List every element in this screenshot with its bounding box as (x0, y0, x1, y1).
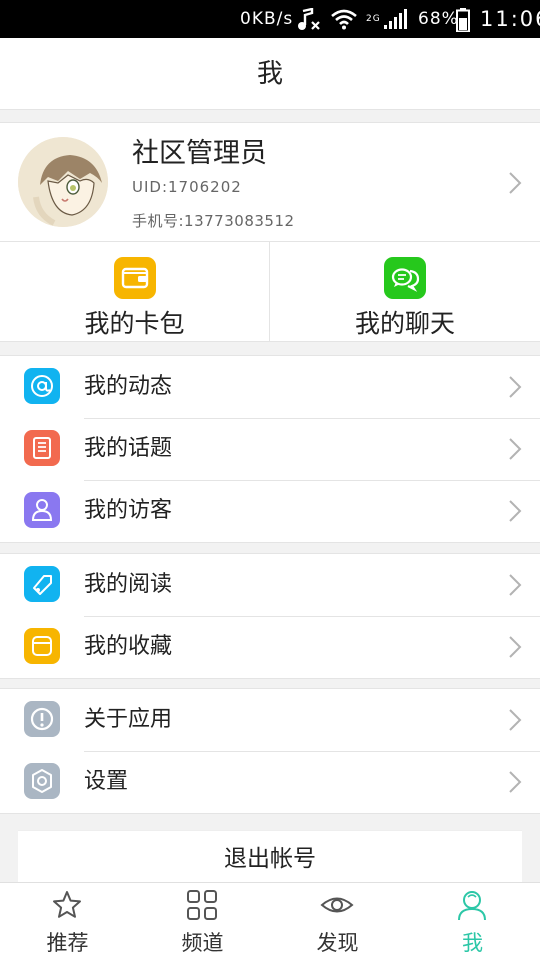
visitor-icon (24, 492, 60, 528)
info-icon (24, 701, 60, 737)
grid-icon (185, 888, 219, 922)
music-muted-icon (296, 0, 324, 38)
menu-item-label: 我的收藏 (84, 634, 173, 659)
network-speed: 0KB/s (240, 9, 294, 29)
title-bar: 我 (0, 38, 540, 110)
chat-icon (384, 257, 426, 299)
wallet-icon (114, 257, 156, 299)
menu-group-app: 关于应用 设置 (0, 688, 540, 814)
profile-name: 社区管理员 (132, 138, 267, 169)
menu-item-label: 设置 (84, 769, 129, 794)
settings-icon (24, 763, 60, 799)
profile-uid: UID:1706202 (132, 178, 242, 196)
tab-label: 推荐 (46, 931, 89, 955)
chevron-right-icon (508, 375, 522, 399)
menu-item-my-topics[interactable]: 我的话题 (0, 418, 540, 480)
menu-item-label: 我的访客 (84, 498, 173, 523)
menu-item-my-visitors[interactable]: 我的访客 (0, 480, 540, 542)
menu-item-settings[interactable]: 设置 (0, 751, 540, 813)
menu-item-my-posts[interactable]: 我的动态 (0, 356, 540, 418)
tab-bar: 推荐 频道 发现 我 (0, 882, 540, 960)
profile-card[interactable]: 社区管理员 UID:1706202 手机号:13773083512 (0, 122, 540, 242)
chevron-right-icon (508, 573, 522, 597)
menu-item-about-app[interactable]: 关于应用 (0, 689, 540, 751)
card-wallet-button[interactable]: 我的卡包 (0, 242, 270, 342)
tab-label: 我 (462, 931, 483, 955)
quick-actions: 我的卡包 我的聊天 (0, 242, 540, 342)
my-chat-label: 我的聊天 (354, 309, 455, 338)
favorite-box-icon (24, 628, 60, 664)
menu-group-activity: 我的动态 我的话题 我的访客 (0, 355, 540, 543)
chevron-right-icon (508, 635, 522, 659)
card-wallet-label: 我的卡包 (84, 309, 185, 338)
tab-label: 频道 (181, 931, 224, 955)
at-icon (24, 368, 60, 404)
chevron-right-icon (508, 770, 522, 794)
chevron-right-icon (508, 171, 522, 195)
network-type: 2G (366, 14, 381, 24)
chevron-right-icon (508, 708, 522, 732)
star-icon (50, 888, 84, 922)
tab-label: 发现 (316, 931, 359, 955)
tab-recommend[interactable]: 推荐 (0, 883, 135, 960)
menu-item-label: 我的话题 (84, 436, 173, 461)
logout-button[interactable]: 退出帐号 (18, 830, 522, 890)
eye-icon (320, 888, 354, 922)
menu-item-label: 关于应用 (84, 707, 173, 732)
topic-list-icon (24, 430, 60, 466)
signal-icon (384, 0, 410, 38)
avatar[interactable] (18, 137, 108, 227)
battery-icon (456, 0, 472, 38)
menu-group-reading: 我的阅读 我的收藏 (0, 553, 540, 679)
menu-item-label: 我的动态 (84, 374, 173, 399)
tab-me[interactable]: 我 (405, 883, 540, 960)
tab-discover[interactable]: 发现 (270, 883, 405, 960)
my-chat-button[interactable]: 我的聊天 (270, 242, 540, 342)
menu-item-my-favorites[interactable]: 我的收藏 (0, 616, 540, 678)
chevron-right-icon (508, 499, 522, 523)
tab-channels[interactable]: 频道 (135, 883, 270, 960)
status-bar: 0KB/s 2G 68% 11:06 (0, 0, 540, 38)
tag-icon (24, 566, 60, 602)
profile-phone: 手机号:13773083512 (132, 212, 295, 230)
clock: 11:06 (480, 7, 540, 31)
wifi-icon (330, 0, 360, 38)
chevron-right-icon (508, 437, 522, 461)
menu-item-my-reading[interactable]: 我的阅读 (0, 554, 540, 616)
menu-item-label: 我的阅读 (84, 572, 173, 597)
battery-percent: 68% (418, 9, 459, 29)
page-title: 我 (256, 59, 283, 89)
person-icon (455, 888, 489, 922)
